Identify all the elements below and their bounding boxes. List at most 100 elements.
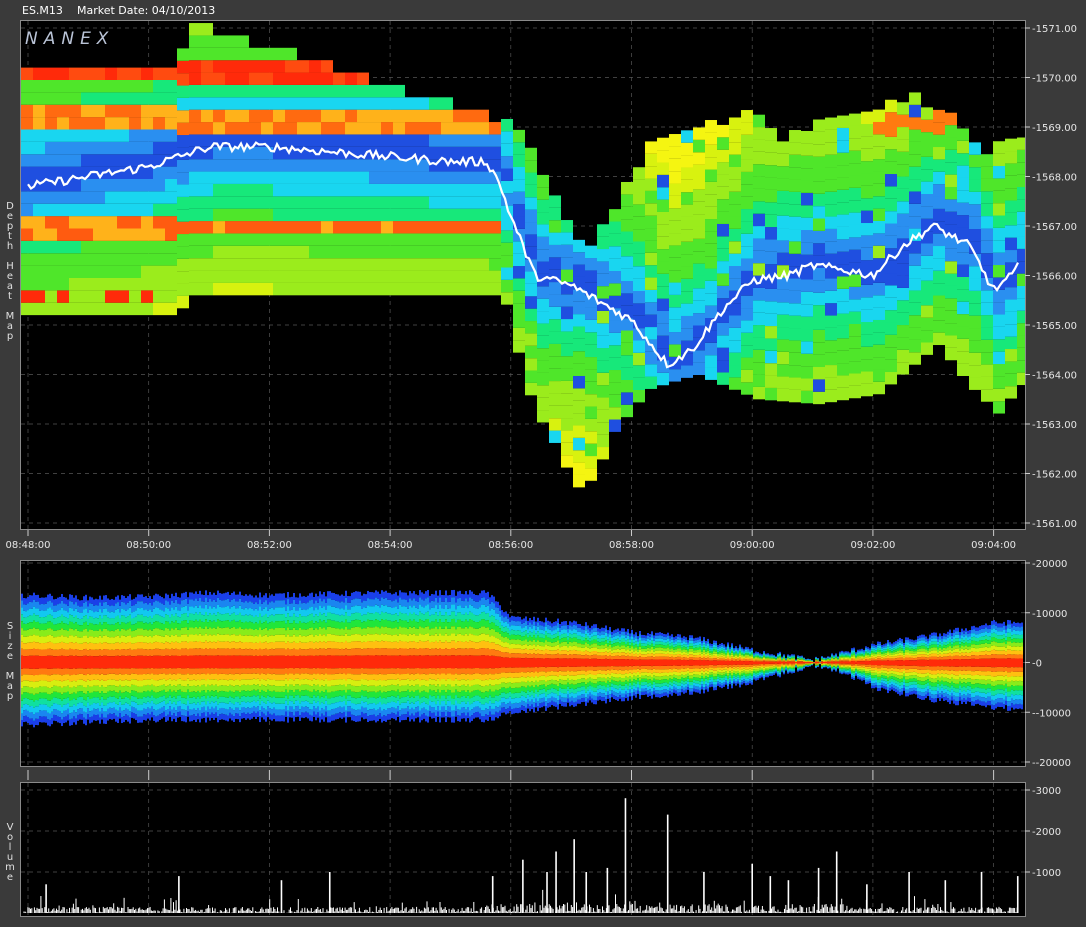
size-band-upper xyxy=(239,648,241,656)
heat-cell xyxy=(621,330,633,343)
heat-cell xyxy=(609,357,621,371)
heat-cell xyxy=(945,211,957,225)
size-band-lower xyxy=(305,706,307,712)
size-band-lower xyxy=(107,679,109,686)
size-band-upper xyxy=(47,608,49,615)
size-band-upper xyxy=(117,655,119,663)
size-band-upper xyxy=(215,642,217,649)
heat-cell xyxy=(765,387,777,401)
heat-cell xyxy=(249,270,261,283)
heat-cell xyxy=(573,413,585,426)
heat-cell xyxy=(753,164,765,177)
size-band-lower xyxy=(215,673,217,680)
heat-cell xyxy=(453,196,465,209)
size-band-upper xyxy=(221,607,223,615)
size-band-lower xyxy=(247,696,249,702)
heat-cell xyxy=(933,246,945,259)
size-band-lower xyxy=(201,701,203,708)
heat-cell xyxy=(441,208,453,222)
heat-cell xyxy=(237,47,249,61)
size-band-lower xyxy=(73,686,75,693)
size-band-lower xyxy=(173,701,175,708)
size-band-upper xyxy=(27,610,29,617)
size-band-upper xyxy=(155,614,157,622)
heat-cell xyxy=(213,109,225,123)
size-band-upper xyxy=(37,628,39,636)
size-band-upper xyxy=(183,634,185,642)
size-band-lower xyxy=(65,692,67,699)
size-band-upper xyxy=(253,629,255,637)
heat-cell xyxy=(609,271,621,284)
heat-cell xyxy=(285,72,297,85)
size-band-upper xyxy=(69,621,71,629)
size-band-upper xyxy=(209,591,211,600)
size-band-upper xyxy=(79,643,81,651)
size-band-lower xyxy=(107,674,109,680)
size-band-lower xyxy=(147,673,149,680)
heat-cell xyxy=(945,335,957,348)
size-band-lower xyxy=(77,703,79,710)
size-band-lower xyxy=(219,702,221,709)
size-band-lower xyxy=(137,680,139,687)
size-band-lower xyxy=(167,662,169,669)
size-band-lower xyxy=(93,702,95,709)
size-band-upper xyxy=(111,649,113,657)
size-band-upper xyxy=(319,634,321,642)
size-band-lower xyxy=(185,710,187,717)
size-band-lower xyxy=(335,668,337,674)
size-band-upper xyxy=(165,628,167,635)
heat-cell xyxy=(933,307,945,321)
heat-cell xyxy=(405,134,417,147)
heat-cell xyxy=(813,329,825,343)
size-band-upper xyxy=(283,593,285,601)
size-band-lower xyxy=(45,674,47,681)
heat-cell xyxy=(777,190,789,204)
size-band-upper xyxy=(105,615,107,623)
size-band-lower xyxy=(235,685,237,691)
size-band-upper xyxy=(273,649,275,656)
size-band-lower xyxy=(321,696,323,703)
size-band-upper xyxy=(309,627,311,635)
size-band-upper xyxy=(183,627,185,635)
heat-cell xyxy=(633,229,645,242)
heat-cell xyxy=(957,326,969,339)
heat-cell xyxy=(657,211,669,225)
size-band-upper xyxy=(35,608,37,616)
heat-cell xyxy=(1005,200,1017,213)
size-band-upper xyxy=(331,641,333,649)
size-band-upper xyxy=(61,628,63,636)
heat-cell xyxy=(129,228,141,241)
size-band-lower xyxy=(117,698,119,705)
size-band-upper xyxy=(87,612,89,619)
heat-cell xyxy=(753,238,765,251)
heat-cell xyxy=(309,183,321,197)
heat-cell xyxy=(429,97,441,110)
size-band-upper xyxy=(149,642,151,650)
heat-cell xyxy=(909,117,921,130)
size-band-lower xyxy=(107,714,109,721)
size-band-lower xyxy=(49,662,51,669)
size-band-upper xyxy=(199,605,201,613)
size-band-upper xyxy=(263,635,265,643)
size-band-upper xyxy=(63,629,65,637)
size-band-lower xyxy=(105,699,107,706)
heat-cell xyxy=(621,404,633,418)
size-band-lower xyxy=(121,680,123,687)
heat-cell xyxy=(705,231,717,244)
size-band-upper xyxy=(301,642,303,650)
size-band-upper xyxy=(193,634,195,642)
size-band-lower xyxy=(151,662,153,668)
heat-cell xyxy=(873,121,885,135)
heat-cell xyxy=(717,372,729,385)
heat-cell xyxy=(561,294,573,307)
size-band-upper xyxy=(235,621,237,629)
size-band-upper xyxy=(27,603,29,611)
heat-cell xyxy=(1017,360,1025,373)
size-band-upper xyxy=(333,648,335,656)
heat-cell xyxy=(537,348,549,361)
size-band-upper xyxy=(249,608,251,615)
size-band-lower xyxy=(203,673,205,680)
size-band-upper xyxy=(205,655,207,663)
size-band-upper xyxy=(65,649,67,657)
size-band-lower xyxy=(55,674,57,681)
